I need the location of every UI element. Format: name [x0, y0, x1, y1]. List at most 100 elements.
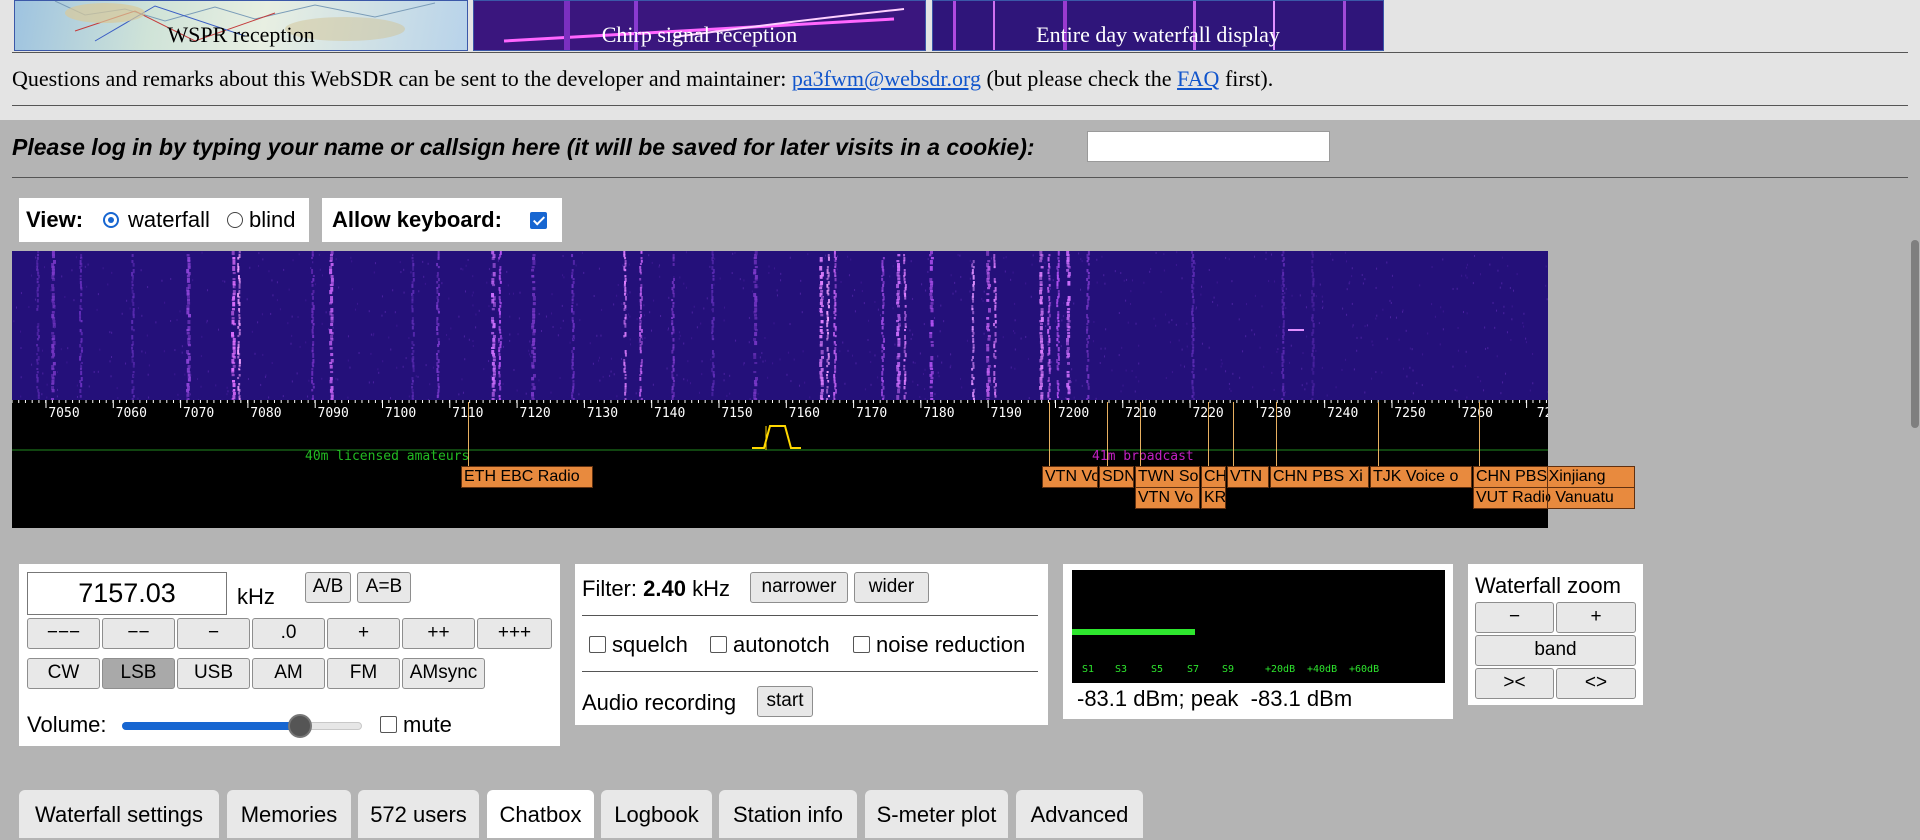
faq-link[interactable]: FAQ [1177, 66, 1219, 91]
step-up-3-button[interactable]: +++ [477, 618, 552, 649]
waterfall-display[interactable] [12, 251, 1548, 400]
filter-label: Filter: 2.40 kHz [582, 576, 730, 602]
frequency-tick-label: 7200 [1058, 406, 1089, 421]
squelch-checkbox[interactable] [589, 636, 606, 653]
volume-slider[interactable] [122, 714, 362, 738]
frequency-tick-label: 7250 [1394, 406, 1425, 421]
maintainer-email-link[interactable]: pa3fwm@websdr.org [792, 66, 981, 91]
filter-narrower-button[interactable]: narrower [750, 572, 848, 603]
zoom-wide-button[interactable]: <> [1556, 668, 1636, 699]
station-tag-chn-pbs-xinjiang-overflow: CHN PBS Xinjiang [1548, 466, 1635, 488]
a-equals-b-button[interactable]: A=B [357, 572, 411, 603]
step-down-1-button[interactable]: − [177, 618, 250, 649]
station-tag-twn[interactable]: TWN So [1135, 466, 1200, 488]
contact-text-middle: (but please check the [981, 66, 1177, 91]
station-marker-line [1107, 402, 1108, 468]
station-tag-eth-ebc[interactable]: ETH EBC Radio [461, 466, 593, 488]
mode-lsb-button[interactable]: LSB [102, 658, 175, 689]
smeter-scale-label: S7 [1187, 664, 1199, 675]
view-options-panel: View: waterfall blind [19, 198, 309, 242]
tab-logbook[interactable]: Logbook [601, 790, 712, 838]
waterfall-zoom-title: Waterfall zoom [1475, 573, 1621, 599]
frequency-tick-label: 7090 [318, 406, 349, 421]
view-label: View: [26, 207, 83, 233]
tab-waterfall-settings[interactable]: Waterfall settings [19, 790, 219, 838]
autonotch-checkbox[interactable] [710, 636, 727, 653]
station-tag-chn-1[interactable]: CHN [1201, 466, 1226, 488]
frequency-tick-label: 7190 [991, 406, 1022, 421]
noise-reduction-checkbox[interactable] [853, 636, 870, 653]
frequency-input[interactable]: 7157.03 [27, 572, 227, 615]
contact-text: Questions and remarks about this WebSDR … [12, 66, 792, 91]
step-up-1-button[interactable]: + [327, 618, 400, 649]
mute-label[interactable]: mute [403, 712, 452, 738]
station-tag-chn-pbs-xinjiang[interactable]: CHN PBS Xinjiang [1473, 466, 1548, 488]
frequency-tick-label: 7120 [519, 406, 550, 421]
step-down-2-button[interactable]: −− [102, 618, 175, 649]
volume-label: Volume: [27, 712, 107, 738]
tab-chatbox[interactable]: Chatbox [487, 790, 594, 838]
ab-button[interactable]: A/B [305, 572, 351, 603]
step-up-2-button[interactable]: ++ [402, 618, 475, 649]
frequency-tick-label: 72 [1537, 406, 1548, 421]
tab-memories[interactable]: Memories [227, 790, 351, 838]
day-waterfall-thumbnail[interactable]: Entire day waterfall display [932, 0, 1384, 51]
filter-wider-button[interactable]: wider [854, 572, 929, 603]
station-tag-vtn-3[interactable]: VTN [1227, 466, 1269, 488]
mode-amsync-button[interactable]: AMsync [402, 658, 485, 689]
divider [582, 671, 1038, 672]
waterfall-zoom-panel: Waterfall zoom − + band >< <> [1468, 564, 1643, 705]
frequency-tick-label: 7160 [789, 406, 820, 421]
smeter-reading: -83.1 dBm; peak -83.1 dBm [1077, 686, 1352, 712]
zoom-narrow-button[interactable]: >< [1475, 668, 1554, 699]
squelch-label[interactable]: squelch [612, 632, 688, 658]
station-tag-chn-pbs-xi[interactable]: CHN PBS Xi [1270, 466, 1369, 488]
wspr-thumbnail-label: WSPR reception [15, 22, 467, 48]
tab-advanced[interactable]: Advanced [1016, 790, 1143, 838]
frequency-scale[interactable]: 7050706070707080709071007110712071307140… [12, 400, 1548, 528]
smeter-scale-label: +20dB [1265, 664, 1295, 675]
smeter-panel: S1S3S5S7S9+20dB+40dB+60dB -83.1 dBm; pea… [1063, 564, 1453, 719]
view-blind-label[interactable]: blind [249, 207, 295, 233]
station-marker-line [1378, 402, 1379, 468]
smeter-level-bar [1072, 629, 1195, 635]
station-tag-vtn-2[interactable]: VTN Vo [1135, 487, 1200, 509]
allow-keyboard-checkbox[interactable] [530, 212, 547, 229]
zoom-in-button[interactable]: + [1556, 602, 1636, 633]
view-waterfall-radio[interactable] [103, 212, 119, 228]
scale-graphic [12, 400, 1548, 528]
volume-thumb[interactable] [288, 714, 312, 738]
frequency-tick-label: 7260 [1462, 406, 1493, 421]
mode-am-button[interactable]: AM [252, 658, 325, 689]
mode-fm-button[interactable]: FM [327, 658, 400, 689]
station-tag-sdn[interactable]: SDN [1099, 466, 1134, 488]
noise-reduction-label[interactable]: noise reduction [876, 632, 1025, 658]
mode-cw-button[interactable]: CW [27, 658, 100, 689]
frequency-tick-label: 7050 [48, 406, 79, 421]
tab-users[interactable]: 572 users [358, 790, 479, 838]
station-tag-tjk[interactable]: TJK Voice o [1370, 466, 1472, 488]
frequency-tick-label: 7130 [587, 406, 618, 421]
wspr-thumbnail[interactable]: WSPR reception [14, 0, 468, 51]
waterfall-spectrogram [12, 251, 1548, 400]
chirp-thumbnail[interactable]: Chirp signal reception [473, 0, 926, 51]
overflow-text: CHN PBS Xinjiang [1548, 467, 1606, 486]
station-tag-kre[interactable]: KRE [1201, 487, 1226, 509]
tab-station-info[interactable]: Station info [719, 790, 857, 838]
page-scrollbar[interactable] [1911, 240, 1919, 428]
autonotch-label[interactable]: autonotch [733, 632, 830, 658]
zoom-band-button[interactable]: band [1475, 635, 1636, 666]
view-waterfall-label[interactable]: waterfall [128, 207, 210, 233]
station-tag-vut[interactable]: VUT Radio Vanuatu [1473, 487, 1548, 509]
station-tag-vtn-1[interactable]: VTN Vo [1042, 466, 1098, 488]
round-frequency-button[interactable]: .0 [252, 618, 325, 649]
mode-usb-button[interactable]: USB [177, 658, 250, 689]
zoom-out-button[interactable]: − [1475, 602, 1554, 633]
view-blind-radio[interactable] [227, 212, 243, 228]
step-down-3-button[interactable]: −−− [27, 618, 100, 649]
audio-record-start-button[interactable]: start [757, 686, 813, 717]
band-label-amateur: 40m licensed amateurs [305, 449, 469, 464]
tab-smeter-plot[interactable]: S-meter plot [865, 790, 1008, 838]
login-callsign-input[interactable] [1087, 131, 1330, 162]
mute-checkbox[interactable] [380, 716, 397, 733]
